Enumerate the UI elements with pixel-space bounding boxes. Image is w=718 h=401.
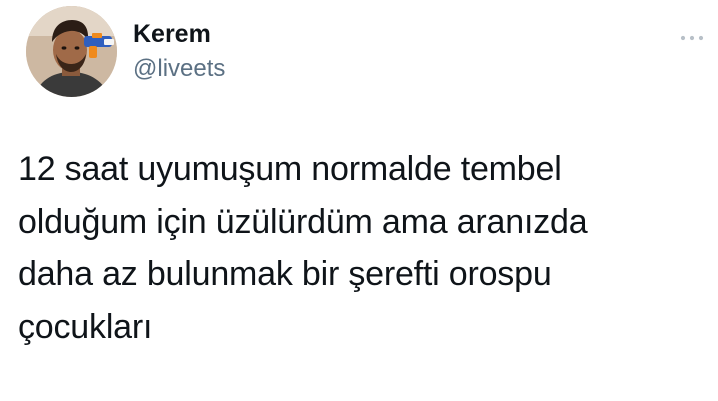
author-avatar[interactable] — [26, 6, 117, 97]
tweet-body-text: 12 saat uyumuşum normalde tembel olduğum… — [18, 150, 588, 346]
author-display-name[interactable]: Kerem — [133, 20, 211, 48]
tweet-card: Kerem @liveets 12 saat uyumuşum normalde… — [0, 0, 718, 401]
more-horizontal-icon[interactable] — [680, 30, 704, 41]
avatar-photo-icon — [26, 6, 117, 97]
author-handle[interactable]: @liveets — [133, 55, 225, 83]
more-dots-glyph — [680, 35, 704, 41]
